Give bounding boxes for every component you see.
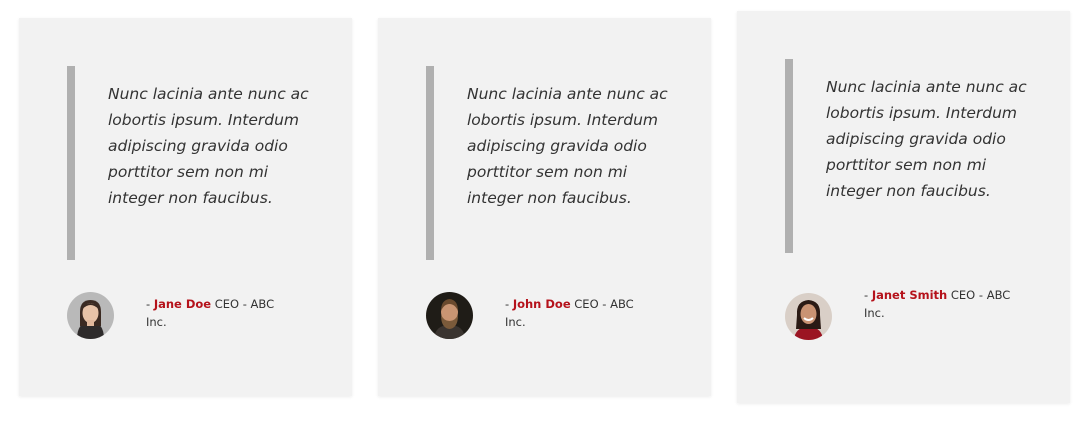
testimonials-section: Nunc lacinia ante nunc ac lobortis ipsum… bbox=[0, 0, 1092, 427]
author-name: Jane Doe bbox=[153, 297, 212, 311]
author-credit: - Janet Smith CEO - ABC Inc. bbox=[864, 286, 1014, 322]
author-prefix: - bbox=[864, 288, 872, 302]
quote-bar bbox=[785, 59, 793, 253]
testimonial-quote: Nunc lacinia ante nunc ac lobortis ipsum… bbox=[467, 85, 668, 207]
quote-bar bbox=[426, 66, 434, 260]
testimonial-quote: Nunc lacinia ante nunc ac lobortis ipsum… bbox=[826, 78, 1027, 200]
author-name: Janet Smith bbox=[871, 288, 948, 302]
author-prefix: - bbox=[146, 297, 154, 311]
quote-bar bbox=[67, 66, 75, 260]
testimonial-card-jane-doe: Nunc lacinia ante nunc ac lobortis ipsum… bbox=[19, 18, 352, 396]
author-prefix: - bbox=[505, 297, 513, 311]
author-credit: - Jane Doe CEO - ABC Inc. bbox=[146, 295, 296, 331]
avatar-jane-doe bbox=[67, 292, 114, 339]
author-name: John Doe bbox=[512, 297, 571, 311]
testimonial-quote: Nunc lacinia ante nunc ac lobortis ipsum… bbox=[108, 85, 309, 207]
author-credit: - John Doe CEO - ABC Inc. bbox=[505, 295, 655, 331]
testimonial-card-janet-smith: Nunc lacinia ante nunc ac lobortis ipsum… bbox=[737, 11, 1070, 403]
testimonial-card-john-doe: Nunc lacinia ante nunc ac lobortis ipsum… bbox=[378, 18, 711, 396]
avatar-janet-smith bbox=[785, 293, 832, 340]
avatar-john-doe bbox=[426, 292, 473, 339]
